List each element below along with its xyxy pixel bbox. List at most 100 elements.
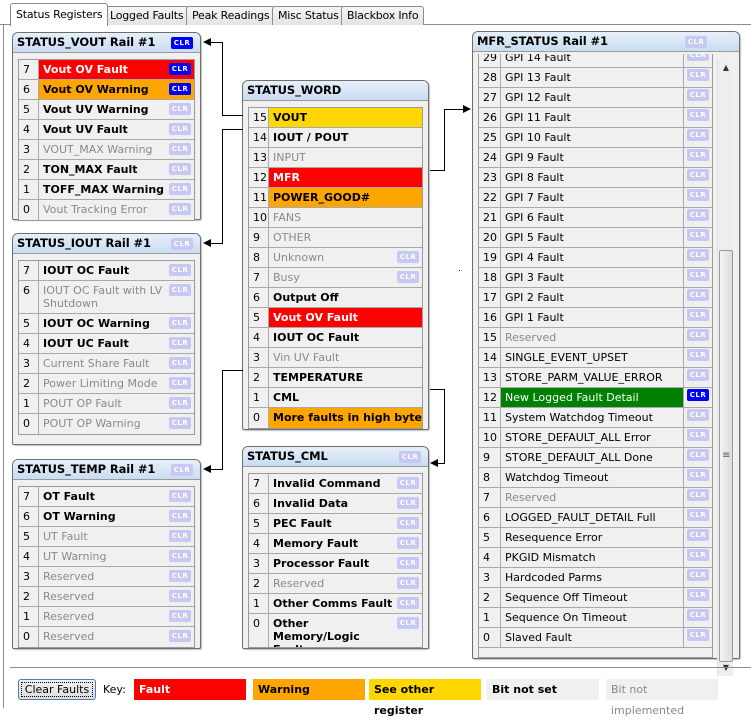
clear-bit-button[interactable]: CLR xyxy=(169,510,191,522)
clear-bit-button[interactable]: CLR xyxy=(687,349,709,361)
clear-bit-button[interactable]: CLR xyxy=(687,149,709,161)
clear-bit-button[interactable]: CLR xyxy=(687,54,709,61)
tab-misc-status[interactable]: Misc Status xyxy=(272,6,345,25)
clear-bit-button[interactable]: CLR xyxy=(397,557,419,569)
clear-bit-button[interactable]: CLR xyxy=(687,309,709,321)
scroll-up-icon[interactable]: ▲ xyxy=(718,60,734,76)
tab-status-registers[interactable]: Status Registers xyxy=(10,3,109,26)
clear-bit-button[interactable]: CLR xyxy=(169,143,191,155)
clear-bit-button[interactable]: CLR xyxy=(169,83,191,95)
status-cml-clear-all-button[interactable]: CLR xyxy=(399,451,421,463)
clear-bit-button[interactable]: CLR xyxy=(687,409,709,421)
clear-bit-button[interactable]: CLR xyxy=(397,497,419,509)
status-iout-clear-all-button[interactable]: CLR xyxy=(171,238,193,250)
bit-number: 28 xyxy=(479,68,501,87)
clear-cell: CLR xyxy=(684,228,712,247)
clear-bit-button[interactable]: CLR xyxy=(169,183,191,195)
clear-bit-button[interactable]: CLR xyxy=(687,269,709,281)
connector-line xyxy=(222,115,243,116)
clear-faults-button[interactable]: Clear Faults xyxy=(18,679,96,700)
clear-bit-button[interactable]: CLR xyxy=(397,251,419,263)
mfr-status-clear-all-button[interactable]: CLR xyxy=(685,36,707,48)
clear-bit-button[interactable]: CLR xyxy=(687,169,709,181)
clear-bit-button[interactable]: CLR xyxy=(687,69,709,81)
clear-bit-button[interactable]: CLR xyxy=(397,537,419,549)
clear-bit-button[interactable]: CLR xyxy=(397,577,419,589)
register-row: 3 Reserved CLR xyxy=(19,567,194,587)
clear-bit-button[interactable]: CLR xyxy=(397,517,419,529)
clear-bit-button[interactable]: CLR xyxy=(687,389,709,401)
clear-bit-button[interactable]: CLR xyxy=(687,569,709,581)
clear-bit-button[interactable]: CLR xyxy=(687,529,709,541)
clear-bit-button[interactable]: CLR xyxy=(169,103,191,115)
clear-bit-button[interactable]: CLR xyxy=(169,570,191,582)
clear-bit-button[interactable]: CLR xyxy=(169,490,191,502)
bit-number: 10 xyxy=(479,428,501,447)
clear-cell: CLR xyxy=(684,88,712,107)
clear-bit-button[interactable]: CLR xyxy=(169,610,191,622)
clear-bit-button[interactable]: CLR xyxy=(687,469,709,481)
clear-bit-button[interactable]: CLR xyxy=(397,617,419,629)
clear-bit-button[interactable]: CLR xyxy=(687,549,709,561)
clear-bit-button[interactable]: CLR xyxy=(687,509,709,521)
clear-bit-button[interactable]: CLR xyxy=(169,63,191,75)
clear-bit-button[interactable]: CLR xyxy=(169,417,191,429)
clear-bit-button[interactable]: CLR xyxy=(687,449,709,461)
clear-bit-button[interactable]: CLR xyxy=(687,229,709,241)
clear-bit-button[interactable]: CLR xyxy=(169,530,191,542)
clear-bit-button[interactable]: CLR xyxy=(169,163,191,175)
clear-bit-button[interactable]: CLR xyxy=(169,284,191,296)
clear-bit-button[interactable]: CLR xyxy=(169,590,191,602)
clear-bit-button[interactable]: CLR xyxy=(687,489,709,501)
clear-bit-button[interactable]: CLR xyxy=(169,123,191,135)
clear-bit-button[interactable]: CLR xyxy=(687,209,709,221)
status-vout-clear-all-button[interactable]: CLR xyxy=(171,37,193,49)
clear-cell: CLR xyxy=(684,348,712,367)
clear-bit-button[interactable]: CLR xyxy=(397,597,419,609)
bit-label-vin-uv-fault: Vin UV Fault xyxy=(269,348,422,367)
clear-bit-button[interactable]: CLR xyxy=(687,289,709,301)
tab-peak-readings[interactable]: Peak Readings xyxy=(186,6,276,25)
bit-label-text: Reserved xyxy=(43,570,95,583)
bit-label-gpi-10-fault: GPI 10 Fault xyxy=(501,128,684,147)
clear-bit-button[interactable]: CLR xyxy=(687,109,709,121)
tab-blackbox-info[interactable]: Blackbox Info xyxy=(341,6,425,25)
clear-bit-button[interactable]: CLR xyxy=(169,377,191,389)
clear-bit-button[interactable]: CLR xyxy=(169,397,191,409)
bit-number: 12 xyxy=(249,168,269,187)
bit-number: 6 xyxy=(19,80,39,99)
connector-line xyxy=(430,170,444,171)
clear-bit-button[interactable]: CLR xyxy=(687,609,709,621)
register-row: 7 Vout OV Fault CLR xyxy=(19,60,194,80)
bit-label-pout-op-warning: POUT OP Warning CLR xyxy=(39,414,194,434)
clear-bit-button[interactable]: CLR xyxy=(687,329,709,341)
tab-logged-faults[interactable]: Logged Faults xyxy=(104,6,190,25)
clear-bit-button[interactable]: CLR xyxy=(687,369,709,381)
clear-bit-button[interactable]: CLR xyxy=(687,629,709,641)
status-word-rows: 15 VOUT 14 IOUT / POUT 13 INPUT 12 MFR 11 POWER_G… xyxy=(248,107,423,429)
clear-bit-button[interactable]: CLR xyxy=(687,249,709,261)
register-row: 5 Vout OV Fault xyxy=(249,308,422,328)
clear-bit-button[interactable]: CLR xyxy=(169,550,191,562)
bit-label-store-default-all-error: STORE_DEFAULT_ALL Error xyxy=(501,428,684,447)
clear-bit-button[interactable]: CLR xyxy=(169,357,191,369)
clear-bit-button[interactable]: CLR xyxy=(687,589,709,601)
bit-label-text: OT Fault xyxy=(43,490,95,503)
clear-bit-button[interactable]: CLR xyxy=(169,337,191,349)
clear-bit-button[interactable]: CLR xyxy=(169,264,191,276)
clear-bit-button[interactable]: CLR xyxy=(169,203,191,215)
clear-bit-button[interactable]: CLR xyxy=(169,630,191,642)
bit-label-current-share-fault: Current Share Fault CLR xyxy=(39,354,194,373)
clear-bit-button[interactable]: CLR xyxy=(169,317,191,329)
bit-label-sequence-on-timeout: Sequence On Timeout xyxy=(501,608,684,627)
clear-bit-button[interactable]: CLR xyxy=(397,477,419,489)
status-temp-clear-all-button[interactable]: CLR xyxy=(171,464,193,476)
scroll-down-icon[interactable]: ▼ xyxy=(718,660,734,676)
clear-bit-button[interactable]: CLR xyxy=(397,271,419,283)
clear-bit-button[interactable]: CLR xyxy=(687,129,709,141)
clear-bit-button[interactable]: CLR xyxy=(687,429,709,441)
clear-bit-button[interactable]: CLR xyxy=(687,189,709,201)
mfr-scrollbar[interactable]: ▲ ≡ ▼ xyxy=(717,60,733,676)
bit-label-text: Other Memory/Logic Fault xyxy=(273,617,360,647)
clear-bit-button[interactable]: CLR xyxy=(687,89,709,101)
